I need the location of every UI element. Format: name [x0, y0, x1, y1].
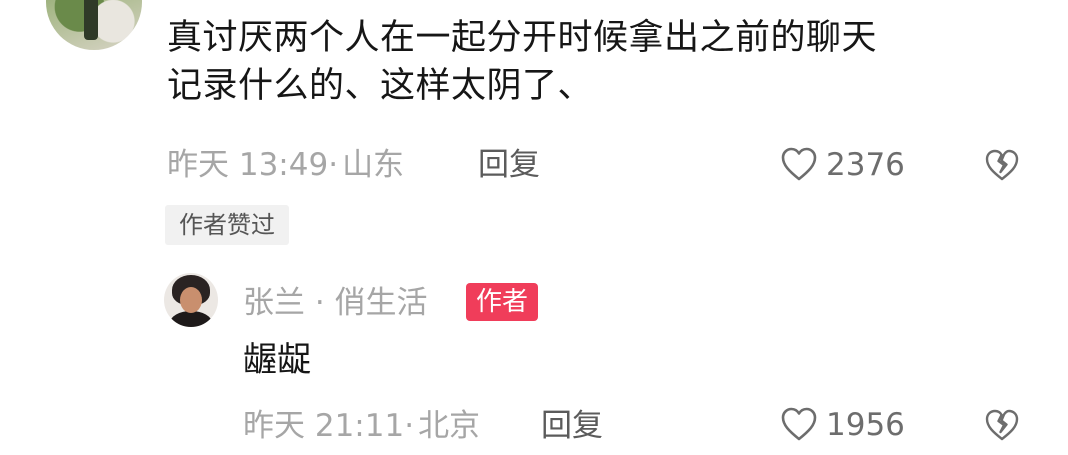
reply-meta: 昨天 21:11· 北京: [243, 406, 480, 446]
liked-by-author-badge: 作者赞过: [165, 205, 289, 245]
broken-heart-icon[interactable]: [984, 148, 1020, 182]
broken-heart-icon[interactable]: [984, 408, 1020, 442]
meta-separator: ·: [404, 408, 415, 444]
meta-separator: ·: [328, 147, 339, 183]
avatar-detail: [84, 0, 98, 40]
author-avatar[interactable]: [164, 273, 218, 327]
reply-like-count: 1956: [826, 407, 905, 443]
comment-reply-button[interactable]: 回复: [478, 145, 540, 185]
reply-text: 龌龊: [243, 340, 311, 380]
author-badge: 作者: [466, 283, 539, 321]
heart-outline-icon[interactable]: [780, 406, 818, 442]
avatar-detail: [170, 311, 212, 327]
reply-time: 昨天 21:11: [243, 408, 405, 444]
comment-time: 昨天 13:49: [167, 147, 329, 183]
author-name[interactable]: 张兰 · 俏生活: [243, 283, 428, 323]
reply-reply-button[interactable]: 回复: [541, 406, 603, 446]
heart-outline-icon[interactable]: [780, 146, 818, 182]
commenter-avatar[interactable]: [46, 0, 142, 50]
comment-meta: 昨天 13:49· 山东: [167, 145, 404, 185]
comment-like-count: 2376: [826, 147, 905, 183]
comment-location: 山东: [342, 147, 405, 183]
comment-text-line-1: 真讨厌两个人在一起分开时候拿出之前的聊天: [167, 18, 878, 58]
avatar-detail: [180, 287, 202, 313]
comment-text: 真讨厌两个人在一起分开时候拿出之前的聊天 记录什么的、这样太阴了、: [167, 14, 1027, 110]
comment-text-line-2: 记录什么的、这样太阴了、: [167, 66, 594, 106]
reply-location: 北京: [418, 408, 481, 444]
